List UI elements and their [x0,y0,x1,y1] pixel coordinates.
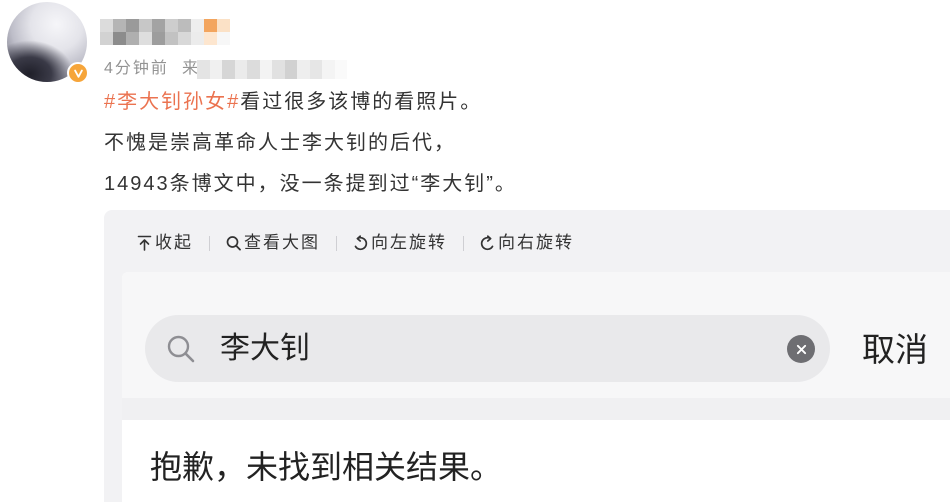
username-redacted[interactable] [100,19,230,45]
image-divider-band [122,398,950,420]
image-viewer: 收起 查看大图 向左旋转 向右旋转 李大钊 取消 抱歉，未找到相关结果。 [104,210,950,502]
collapse-button[interactable]: 收起 [137,233,193,253]
collapse-arrow-up-icon [137,235,152,251]
source-redacted [197,60,347,79]
image-cancel-label: 取消 [862,331,928,368]
rotate-right-button[interactable]: 向右旋转 [480,233,574,253]
topic-link[interactable]: #李大钊孙女# [104,91,240,113]
rotate-right-label: 向右旋转 [498,233,574,252]
clear-circle-icon [787,335,815,363]
search-icon [167,335,195,363]
post-line-1: #李大钊孙女#看过很多该博的看照片。 [104,82,517,123]
rotate-left-icon [354,235,368,251]
rotate-right-icon [480,235,494,251]
image-search-header: 李大钊 取消 [122,272,950,398]
rotate-left-button[interactable]: 向左旋转 [353,233,447,253]
close-icon [796,344,806,354]
verified-badge [67,62,89,84]
post-line-2: 不愧是崇高革命人士李大钊的后代， [104,132,456,154]
rotate-left-label: 向左旋转 [371,233,447,252]
toolbar-divider [336,235,337,251]
image-search-query: 李大钊 [220,332,310,365]
post-time[interactable]: 4分钟前 [104,59,169,79]
toolbar-divider [463,235,464,251]
view-large-button[interactable]: 查看大图 [226,233,320,253]
post-text: #李大钊孙女#看过很多该博的看照片。 不愧是崇高革命人士李大钊的后代， 1494… [104,82,517,205]
post-line-1-text: 看过很多该博的看照片。 [240,91,483,113]
verified-v-badge-icon [73,69,83,78]
toolbar-divider [209,235,210,251]
view-large-label: 查看大图 [244,233,320,252]
collapse-label: 收起 [155,233,193,252]
image-toolbar: 收起 查看大图 向左旋转 向右旋转 [137,233,574,253]
post-line-3: 14943条博文中，没一条提到过“李大钊”。 [104,173,517,195]
magnifier-icon [226,236,241,251]
image-search-bar: 李大钊 [145,315,830,382]
image-empty-result: 抱歉，未找到相关结果。 [150,449,503,485]
attached-image[interactable]: 李大钊 取消 抱歉，未找到相关结果。 [122,272,950,502]
